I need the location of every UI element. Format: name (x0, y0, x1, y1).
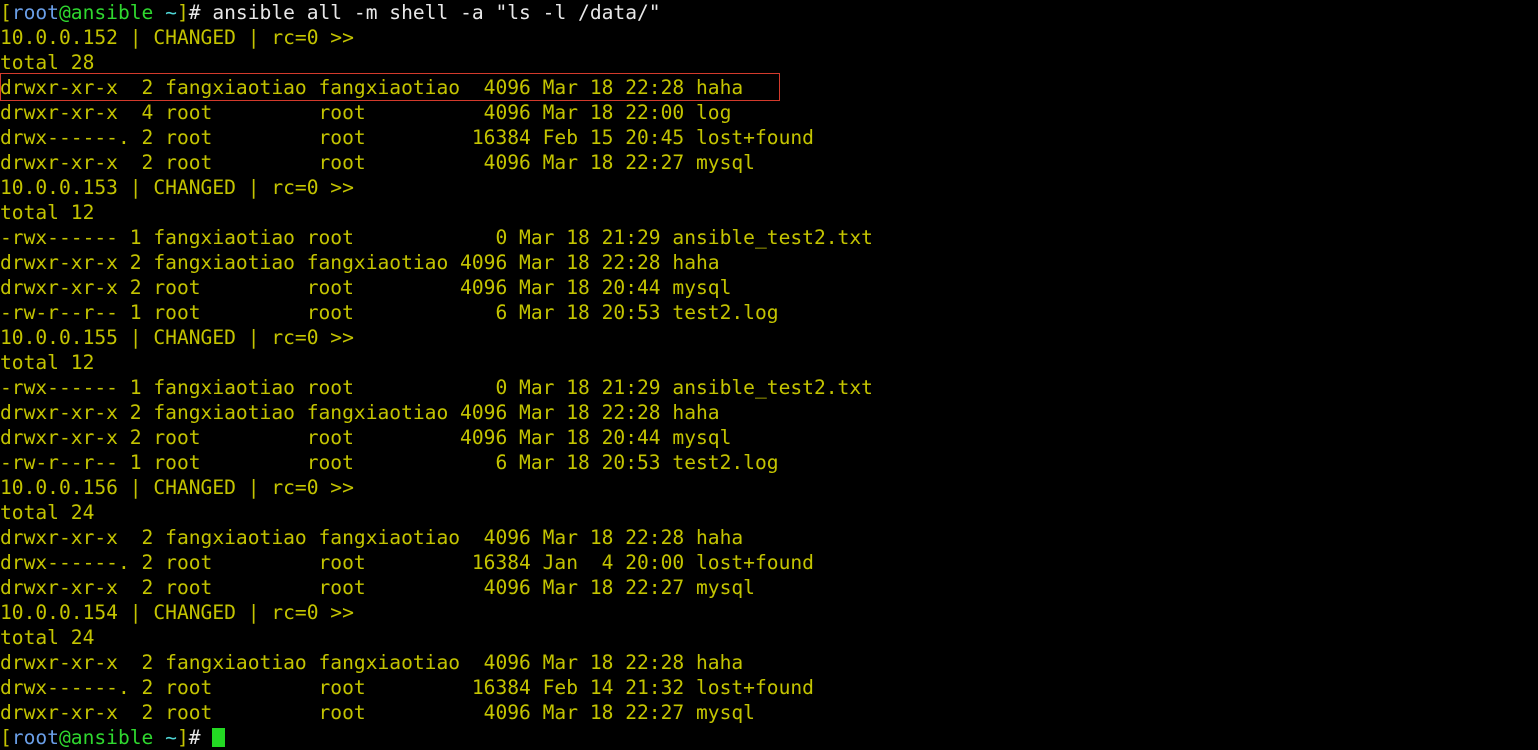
output-text: drwxr-xr-x 4 root root 4096 Mar 18 22:00… (0, 101, 732, 124)
prompt-at-symbol: @ (58, 726, 71, 749)
prompt-bracket-open: [ (0, 1, 12, 24)
output-text: total 24 (0, 501, 95, 524)
output-line: -rwx------ 1 fangxiaotiao root 0 Mar 18 … (0, 225, 873, 250)
output-line: total 24 (0, 500, 94, 525)
output-line: drwxr-xr-x 2 root root 4096 Mar 18 20:44… (0, 275, 731, 300)
output-text: drwxr-xr-x 2 fangxiaotiao fangxiaotiao 4… (0, 651, 744, 674)
command-text: ansible all -m shell -a "ls -l /data/" (212, 1, 661, 24)
output-text: -rw-r--r-- 1 root root 6 Mar 18 20:53 te… (0, 451, 779, 474)
prompt-bracket-close: ] (176, 726, 189, 749)
output-line: drwxr-xr-x 2 root root 4096 Mar 18 22:27… (0, 150, 755, 175)
output-line: drwxr-xr-x 2 root root 4096 Mar 18 22:27… (0, 700, 755, 725)
output-line: drwxr-xr-x 2 fangxiaotiao fangxiaotiao 4… (0, 250, 720, 275)
output-line: total 24 (0, 625, 94, 650)
output-text: drwxr-xr-x 2 root root 4096 Mar 18 20:44… (0, 426, 732, 449)
output-line: drwxr-xr-x 2 root root 4096 Mar 18 20:44… (0, 425, 731, 450)
output-line: drwxr-xr-x 4 root root 4096 Mar 18 22:00… (0, 100, 731, 125)
output-text: drwxr-xr-x 2 fangxiaotiao fangxiaotiao 4… (0, 401, 720, 424)
output-line: -rw-r--r-- 1 root root 6 Mar 18 20:53 te… (0, 450, 779, 475)
output-text: drwxr-xr-x 2 root root 4096 Mar 18 20:44… (0, 276, 732, 299)
output-line: drwx------. 2 root root 16384 Feb 14 21:… (0, 675, 814, 700)
output-text: total 28 (0, 51, 95, 74)
prompt-input-line[interactable]: [root@ansible ~]# (0, 725, 225, 750)
output-text: total 12 (0, 351, 95, 374)
text-cursor (212, 728, 225, 747)
output-line: 10.0.0.156 | CHANGED | rc=0 >> (0, 475, 354, 500)
output-text: -rwx------ 1 fangxiaotiao root 0 Mar 18 … (0, 376, 873, 399)
output-line: 10.0.0.153 | CHANGED | rc=0 >> (0, 175, 354, 200)
output-text: drwxr-xr-x 2 fangxiaotiao fangxiaotiao 4… (0, 526, 744, 549)
prompt-bracket-open: [ (0, 726, 12, 749)
terminal-window[interactable]: [root@ansible ~]# ansible all -m shell -… (0, 0, 1538, 749)
output-line: -rwx------ 1 fangxiaotiao root 0 Mar 18 … (0, 375, 873, 400)
output-text: 10.0.0.152 | CHANGED | rc=0 >> (0, 26, 354, 49)
prompt-path: ~ (153, 1, 177, 24)
output-text: drwx------. 2 root root 16384 Feb 14 21:… (0, 676, 814, 699)
output-line: total 28 (0, 50, 94, 75)
prompt-username: root (11, 726, 59, 749)
output-text: drwxr-xr-x 2 fangxiaotiao fangxiaotiao 4… (0, 251, 720, 274)
output-line: drwx------. 2 root root 16384 Jan 4 20:0… (0, 550, 814, 575)
output-text: -rwx------ 1 fangxiaotiao root 0 Mar 18 … (0, 226, 873, 249)
output-text: 10.0.0.155 | CHANGED | rc=0 >> (0, 326, 354, 349)
prompt-at-symbol: @ (58, 1, 71, 24)
prompt-path: ~ (153, 726, 177, 749)
output-text: drwx------. 2 root root 16384 Feb 15 20:… (0, 126, 814, 149)
prompt-username: root (11, 1, 59, 24)
output-line: -rw-r--r-- 1 root root 6 Mar 18 20:53 te… (0, 300, 779, 325)
output-line: drwx------. 2 root root 16384 Feb 15 20:… (0, 125, 814, 150)
output-line: drwxr-xr-x 2 fangxiaotiao fangxiaotiao 4… (0, 650, 743, 675)
output-line: total 12 (0, 350, 94, 375)
output-text: drwx------. 2 root root 16384 Jan 4 20:0… (0, 551, 814, 574)
output-text: total 12 (0, 201, 95, 224)
prompt-bracket-close: ] (176, 1, 189, 24)
prompt-hash-symbol: # (188, 726, 213, 749)
output-text: -rw-r--r-- 1 root root 6 Mar 18 20:53 te… (0, 301, 779, 324)
output-line: drwxr-xr-x 2 root root 4096 Mar 18 22:27… (0, 575, 755, 600)
output-text: 10.0.0.154 | CHANGED | rc=0 >> (0, 601, 354, 624)
output-line: drwxr-xr-x 2 fangxiaotiao fangxiaotiao 4… (0, 75, 743, 100)
output-text: 10.0.0.153 | CHANGED | rc=0 >> (0, 176, 354, 199)
output-line: total 12 (0, 200, 94, 225)
prompt-hostname: ansible (70, 1, 154, 24)
prompt-hash-symbol: # (188, 1, 213, 24)
prompt-hostname: ansible (70, 726, 154, 749)
output-text: drwxr-xr-x 2 root root 4096 Mar 18 22:27… (0, 151, 755, 174)
output-text: drwxr-xr-x 2 root root 4096 Mar 18 22:27… (0, 701, 755, 724)
output-line: drwxr-xr-x 2 fangxiaotiao fangxiaotiao 4… (0, 400, 720, 425)
output-line: drwxr-xr-x 2 fangxiaotiao fangxiaotiao 4… (0, 525, 743, 550)
output-text: drwxr-xr-x 2 root root 4096 Mar 18 22:27… (0, 576, 755, 599)
output-text: total 24 (0, 626, 95, 649)
prompt-command-line[interactable]: [root@ansible ~]# ansible all -m shell -… (0, 0, 661, 25)
output-text: 10.0.0.156 | CHANGED | rc=0 >> (0, 476, 354, 499)
output-line: 10.0.0.155 | CHANGED | rc=0 >> (0, 325, 354, 350)
output-text: drwxr-xr-x 2 fangxiaotiao fangxiaotiao 4… (0, 76, 744, 99)
output-line: 10.0.0.154 | CHANGED | rc=0 >> (0, 600, 354, 625)
output-line: 10.0.0.152 | CHANGED | rc=0 >> (0, 25, 354, 50)
